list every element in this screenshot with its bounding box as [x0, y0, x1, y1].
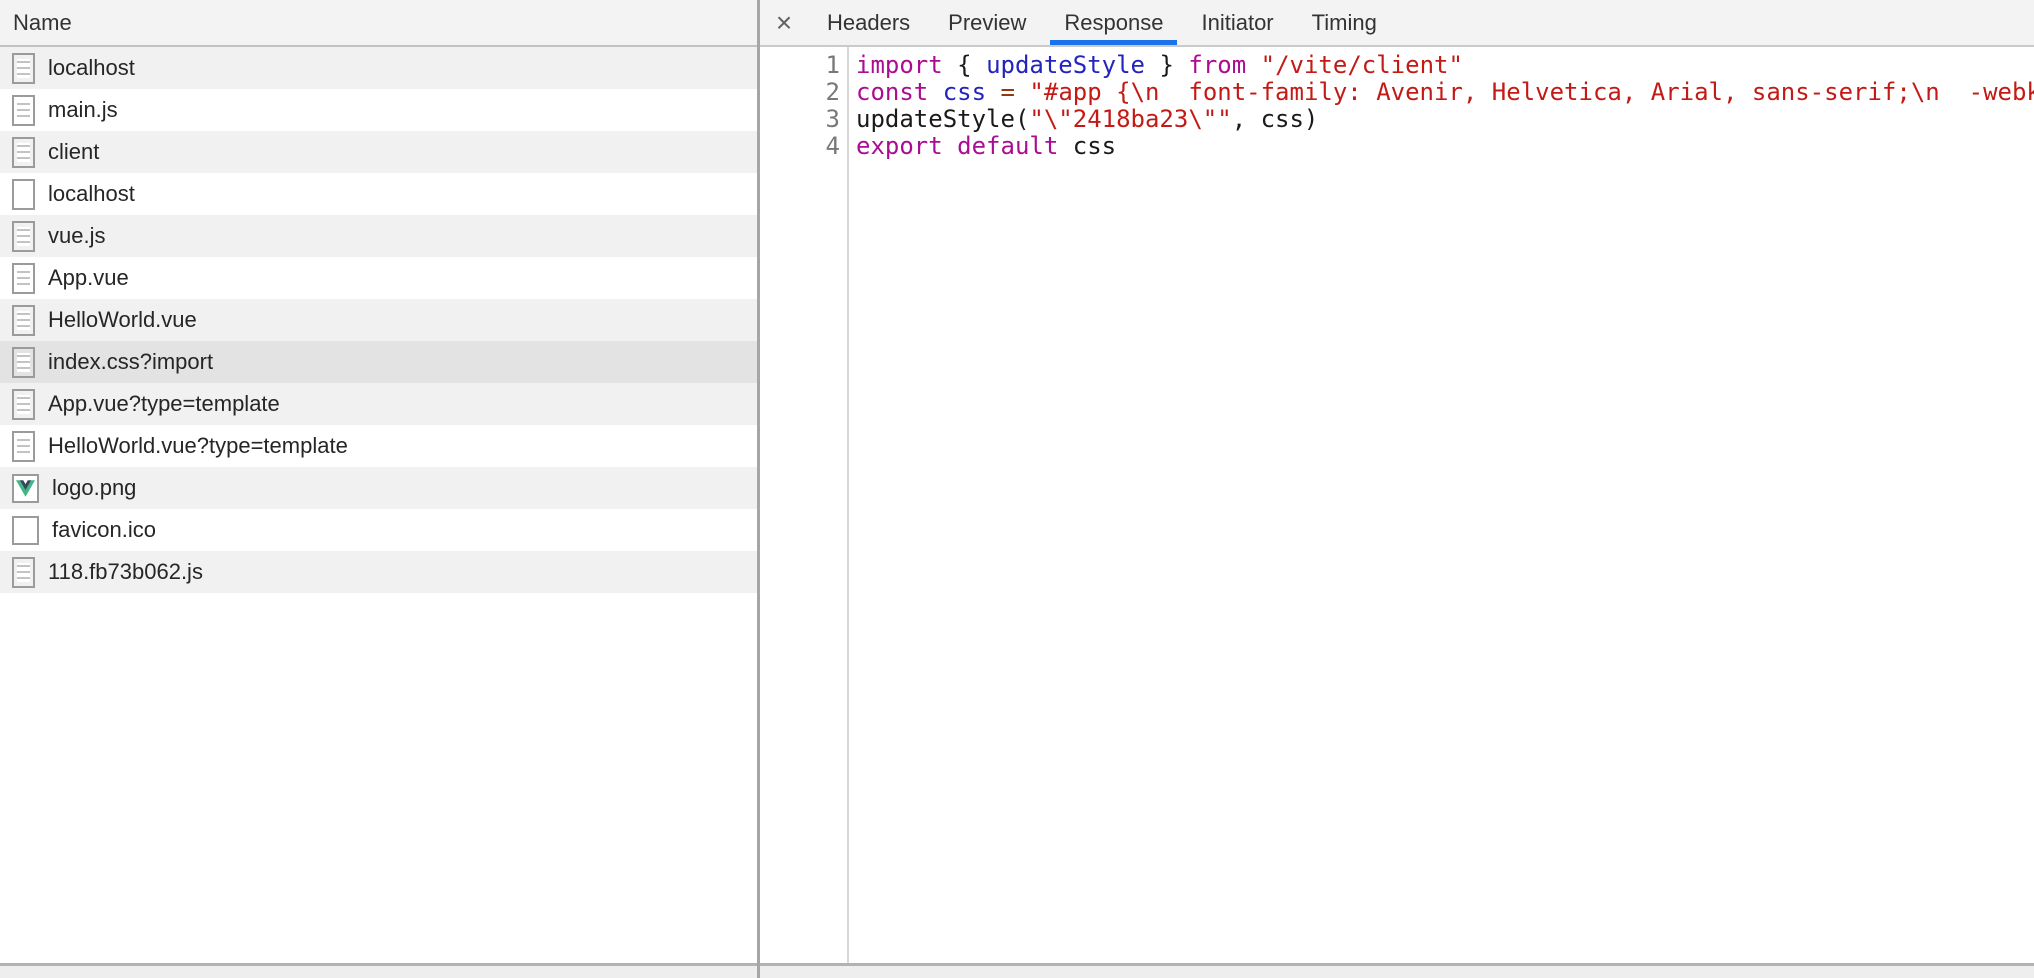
request-rows: localhost main.js client localhost vue.js App…: [0, 47, 757, 963]
request-row[interactable]: App.vue: [0, 257, 757, 299]
tab-headers[interactable]: Headers: [808, 0, 929, 45]
detail-tabs: HeadersPreviewResponseInitiatorTiming: [808, 0, 1396, 45]
close-icon[interactable]: ×: [760, 0, 808, 45]
request-name: localhost: [48, 181, 135, 207]
request-name: 118.fb73b062.js: [48, 559, 203, 585]
line-number: 4: [760, 133, 840, 160]
script-file-icon: [12, 431, 35, 462]
request-row[interactable]: main.js: [0, 89, 757, 131]
detail-tab-bar: × HeadersPreviewResponseInitiatorTiming: [760, 0, 2034, 47]
script-file-icon: [12, 263, 35, 294]
request-name: localhost: [48, 55, 135, 81]
request-name: HelloWorld.vue: [48, 307, 197, 333]
blank-file-icon: [12, 179, 35, 210]
request-row[interactable]: localhost: [0, 47, 757, 89]
name-column-label: Name: [13, 10, 72, 36]
script-file-icon: [12, 137, 35, 168]
request-name: App.vue: [48, 265, 129, 291]
line-number: 1: [760, 52, 840, 79]
response-code-viewer[interactable]: 1234 import { updateStyle } from "/vite/…: [760, 47, 2034, 963]
request-row[interactable]: HelloWorld.vue?type=template: [0, 425, 757, 467]
request-name: main.js: [48, 97, 118, 123]
line-number: 2: [760, 79, 840, 106]
script-file-icon: [12, 53, 35, 84]
request-name: favicon.ico: [52, 517, 156, 543]
vue-logo-icon: [16, 480, 35, 497]
request-row[interactable]: vue.js: [0, 215, 757, 257]
request-row[interactable]: favicon.ico: [0, 509, 757, 551]
request-detail-panel: × HeadersPreviewResponseInitiatorTiming …: [760, 0, 2034, 978]
request-name: client: [48, 139, 99, 165]
request-name: index.css?import: [48, 349, 213, 375]
request-name: App.vue?type=template: [48, 391, 280, 417]
code-line: const css = "#app {\n font-family: Aveni…: [856, 79, 2034, 106]
tab-preview[interactable]: Preview: [929, 0, 1045, 45]
request-name: vue.js: [48, 223, 105, 249]
bottom-scrollbar-track[interactable]: [0, 963, 2034, 978]
response-code: import { updateStyle } from "/vite/clien…: [849, 47, 2034, 963]
request-row[interactable]: App.vue?type=template: [0, 383, 757, 425]
request-row[interactable]: index.css?import: [0, 341, 757, 383]
script-file-icon: [12, 557, 35, 588]
name-column-header[interactable]: Name: [0, 0, 757, 47]
request-row[interactable]: HelloWorld.vue: [0, 299, 757, 341]
script-file-icon: [12, 221, 35, 252]
tab-timing[interactable]: Timing: [1293, 0, 1396, 45]
vue-logo-image-icon: [12, 474, 39, 503]
tab-initiator[interactable]: Initiator: [1182, 0, 1292, 45]
request-name: HelloWorld.vue?type=template: [48, 433, 348, 459]
code-line: updateStyle("\"2418ba23\"", css): [856, 106, 2034, 133]
script-file-icon: [12, 389, 35, 420]
script-file-icon: [12, 95, 35, 126]
line-number-gutter: 1234: [760, 47, 849, 963]
script-file-icon: [12, 305, 35, 336]
tab-response[interactable]: Response: [1045, 0, 1182, 45]
request-name: logo.png: [52, 475, 136, 501]
request-row[interactable]: client: [0, 131, 757, 173]
request-row[interactable]: logo.png: [0, 467, 757, 509]
blank-image-icon: [12, 516, 39, 545]
request-row[interactable]: localhost: [0, 173, 757, 215]
panel-resize-divider[interactable]: [757, 0, 760, 978]
code-line: export default css: [856, 133, 2034, 160]
request-row[interactable]: 118.fb73b062.js: [0, 551, 757, 593]
line-number: 3: [760, 106, 840, 133]
network-request-list-panel: Name localhost main.js client localhost vue.…: [0, 0, 757, 978]
script-file-icon: [12, 347, 35, 378]
code-line: import { updateStyle } from "/vite/clien…: [856, 52, 2034, 79]
